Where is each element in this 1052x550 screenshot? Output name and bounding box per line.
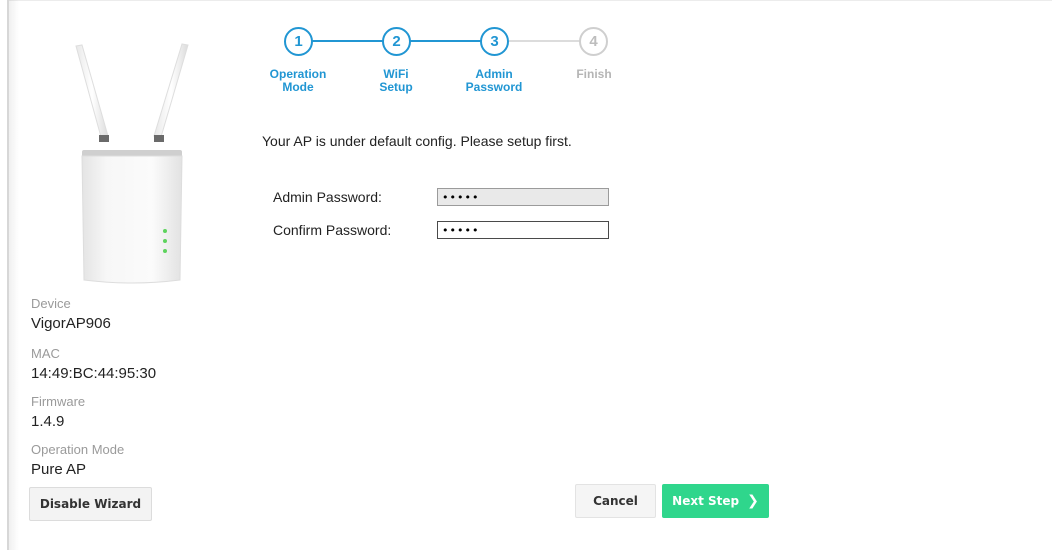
disable-wizard-button[interactable]: Disable Wizard	[29, 487, 152, 521]
admin-password-label: Admin Password:	[273, 189, 382, 205]
step-4-circle: 4	[579, 27, 608, 56]
mac-label: MAC	[31, 346, 60, 361]
wizard-stepper: 1 2 3 4 Operation Mode WiFi Setup Admin …	[0, 0, 1052, 110]
next-step-button[interactable]: Next Step ❯	[662, 484, 769, 518]
device-info-device: Device VigorAP906	[31, 296, 111, 332]
step-1-label: Operation Mode	[258, 68, 338, 94]
firmware-value: 1.4.9	[31, 413, 65, 430]
step-3-label: Admin Password	[454, 68, 534, 94]
mac-value: 14:49:BC:44:95:30	[31, 365, 157, 382]
cancel-button[interactable]: Cancel	[575, 484, 656, 518]
opmode-label: Operation Mode	[31, 442, 125, 457]
device-label: Device	[31, 296, 71, 311]
step-2-label: WiFi Setup	[356, 68, 436, 94]
step-1-circle: 1	[284, 27, 313, 56]
device-info-mac: MAC 14:49:BC:44:95:30	[31, 346, 156, 382]
device-value: VigorAP906	[31, 315, 111, 332]
step-1-label-line2: Mode	[282, 80, 314, 94]
step-connector-2-3	[410, 40, 481, 42]
step-2-circle: 2	[382, 27, 411, 56]
chevron-right-icon: ❯	[747, 493, 759, 509]
firmware-label: Firmware	[31, 394, 86, 409]
step-connector-1-2	[312, 40, 383, 42]
confirm-password-input[interactable]	[437, 221, 609, 239]
step-4-label-line1: Finish	[576, 67, 612, 81]
device-info-opmode: Operation Mode Pure AP	[31, 442, 124, 478]
step-3-label-line2: Password	[465, 80, 523, 94]
step-4-label: Finish	[554, 68, 634, 81]
admin-password-input[interactable]	[437, 188, 609, 206]
setup-message: Your AP is under default config. Please …	[262, 133, 572, 149]
step-2-label-line2: Setup	[379, 80, 413, 94]
opmode-value: Pure AP	[31, 461, 87, 478]
confirm-password-label: Confirm Password:	[273, 222, 392, 238]
next-step-label: Next Step	[672, 494, 740, 508]
step-3-circle: 3	[480, 27, 509, 56]
step-connector-3-4	[509, 40, 580, 42]
device-info-firmware: Firmware 1.4.9	[31, 394, 85, 430]
